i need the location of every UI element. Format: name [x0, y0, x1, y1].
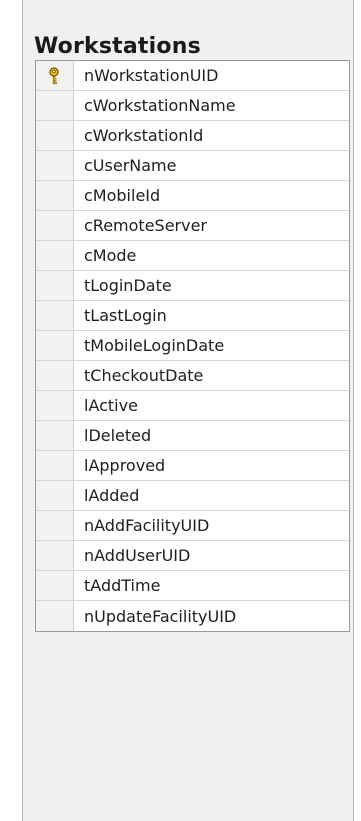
column-row[interactable]: tLastLogin: [36, 301, 349, 331]
column-name: nWorkstationUID: [84, 66, 219, 85]
column-row[interactable]: tCheckoutDate: [36, 361, 349, 391]
column-name: lAdded: [84, 486, 140, 505]
column-row[interactable]: lAdded: [36, 481, 349, 511]
row-selector[interactable]: [36, 241, 74, 270]
column-row[interactable]: cWorkstationName: [36, 91, 349, 121]
row-selector[interactable]: [36, 121, 74, 150]
table-title[interactable]: Workstations: [34, 32, 201, 62]
row-selector[interactable]: [36, 571, 74, 600]
row-selector[interactable]: [36, 541, 74, 570]
row-selector[interactable]: [36, 301, 74, 330]
column-name: nUpdateFacilityUID: [84, 606, 237, 626]
column-row[interactable]: cRemoteServer: [36, 211, 349, 241]
column-row[interactable]: cMode: [36, 241, 349, 271]
row-selector[interactable]: [36, 91, 74, 120]
column-row[interactable]: lDeleted: [36, 421, 349, 451]
row-selector[interactable]: [36, 151, 74, 180]
column-row[interactable]: tAddTime: [36, 571, 349, 601]
row-selector[interactable]: [36, 361, 74, 390]
column-row[interactable]: nAddUserUID: [36, 541, 349, 571]
column-name: lActive: [84, 396, 138, 415]
column-name: tLoginDate: [84, 276, 172, 295]
column-row[interactable]: nUpdateFacilityUID: [36, 601, 349, 631]
row-selector[interactable]: [36, 391, 74, 420]
column-name: nAddUserUID: [84, 546, 191, 565]
row-selector[interactable]: [36, 211, 74, 240]
row-selector[interactable]: [36, 601, 74, 631]
column-row[interactable]: cUserName: [36, 151, 349, 181]
column-name: lDeleted: [84, 426, 152, 445]
row-selector[interactable]: [36, 451, 74, 480]
column-row[interactable]: tLoginDate: [36, 271, 349, 301]
column-row[interactable]: cMobileId: [36, 181, 349, 211]
row-selector[interactable]: [36, 271, 74, 300]
column-row[interactable]: tMobileLoginDate: [36, 331, 349, 361]
column-name: cUserName: [84, 156, 177, 175]
column-grid: nWorkstationUID cWorkstationName cWorkstat…: [35, 60, 350, 632]
table-designer-workstations[interactable]: Workstations nWorkstationUID cWorkstation…: [22, 0, 354, 821]
row-selector[interactable]: [36, 421, 74, 450]
column-row[interactable]: cWorkstationId: [36, 121, 349, 151]
row-selector[interactable]: [36, 61, 74, 90]
row-selector[interactable]: [36, 511, 74, 540]
column-row[interactable]: nAddFacilityUID: [36, 511, 349, 541]
row-selector[interactable]: [36, 481, 74, 510]
column-name: lApproved: [84, 456, 166, 475]
column-row[interactable]: lApproved: [36, 451, 349, 481]
column-name: tMobileLoginDate: [84, 336, 225, 355]
column-name: tLastLogin: [84, 306, 167, 325]
column-name: cWorkstationId: [84, 126, 204, 145]
column-name: cMode: [84, 246, 137, 265]
column-name: cRemoteServer: [84, 216, 207, 235]
column-name: tCheckoutDate: [84, 366, 204, 385]
column-name: nAddFacilityUID: [84, 516, 210, 535]
row-selector[interactable]: [36, 181, 74, 210]
column-name: tAddTime: [84, 576, 161, 595]
column-name: cWorkstationName: [84, 96, 236, 115]
column-name: cMobileId: [84, 186, 161, 205]
column-row[interactable]: lActive: [36, 391, 349, 421]
row-selector[interactable]: [36, 331, 74, 360]
primary-key-icon: [48, 66, 59, 84]
column-row[interactable]: nWorkstationUID: [36, 61, 349, 91]
